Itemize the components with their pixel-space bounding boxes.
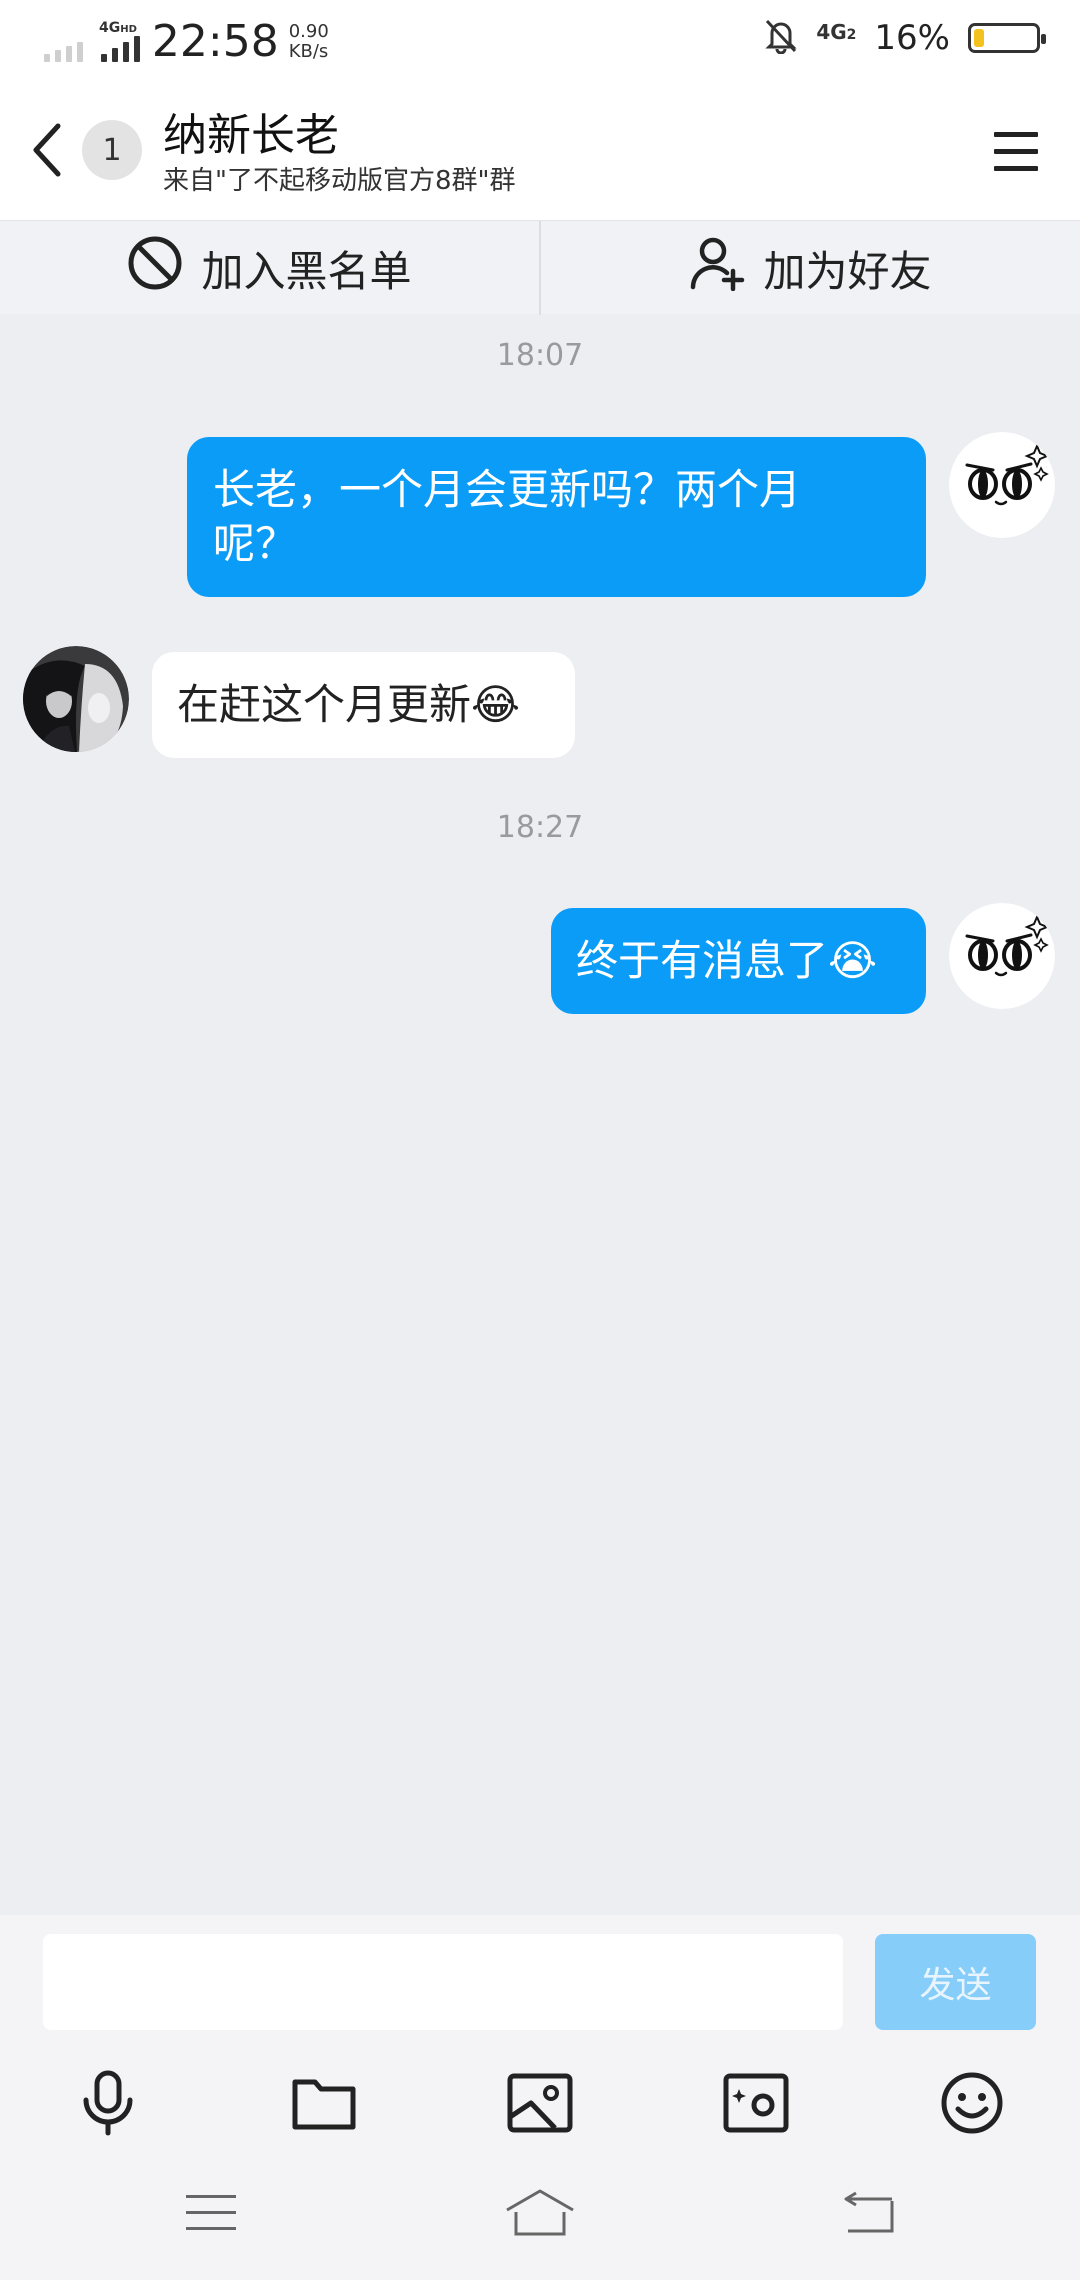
header-title-block: 纳新长老 来自"了不起移动版官方8群"群 [163,110,515,198]
chevron-left-icon [28,120,68,184]
more-menu-button[interactable] [992,130,1040,174]
image-button[interactable] [500,2065,580,2145]
my-avatar[interactable] [949,903,1055,1009]
battery-percent: 16% [874,18,950,58]
stranger-action-bar: 加入黑名单 加为好友 [0,220,1080,315]
my-avatar[interactable] [949,432,1055,538]
message-bubble-outgoing[interactable]: 终于有消息了😭 [551,908,926,1014]
page-subtitle: 来自"了不起移动版官方8群"群 [163,166,516,196]
message-timestamp: 18:07 [496,338,584,373]
signal-strength-sim1-icon [44,22,83,62]
chat-screen: 4GHD 22:58 0.90 KB/s 4G2 16% 1 纳新长老 来自"了… [0,0,1080,2280]
microphone-icon [78,2070,138,2140]
network-speed: 0.90 KB/s [288,20,329,62]
page-title: 纳新长老 [163,110,339,161]
add-to-blacklist-button[interactable]: 加入黑名单 [0,221,539,315]
battery-level-fill [974,29,984,47]
nav-home-button[interactable] [505,2180,575,2250]
send-button[interactable]: 发送 [875,1934,1036,2030]
message-timestamp: 18:27 [496,810,584,845]
message-text: 在赶这个月更新 [177,680,472,729]
image-icon [507,2073,573,2137]
message-input[interactable] [43,1934,843,2030]
file-button[interactable] [284,2065,364,2145]
nav-recents-button[interactable] [176,2180,246,2250]
mobile-data-icon: 4G2 [816,20,857,44]
hamburger-icon [992,132,1040,178]
chat-header: 1 纳新长老 来自"了不起移动版官方8群"群 [0,88,1080,220]
add-friend-label: 加为好友 [763,246,932,296]
smiley-icon [940,2071,1004,2139]
emoji-button[interactable] [932,2065,1012,2145]
nav-back-button[interactable] [835,2180,905,2250]
voice-button[interactable] [68,2065,148,2145]
battery-icon [968,23,1046,53]
home-icon [504,2188,576,2242]
contact-avatar[interactable] [23,646,129,752]
message-text-line: 长老，一个月会更新吗？两个月 [213,465,802,514]
camera-icon [723,2073,789,2137]
block-icon [127,235,183,301]
tears-of-joy-emoji-icon: 😂 [471,680,521,729]
network-type-label: 4GHD [99,19,137,36]
message-text-line: 呢？ [213,519,298,568]
bell-muted-icon [764,18,798,58]
add-user-icon [689,235,745,301]
folder-icon [291,2074,357,2136]
message-bubble-incoming[interactable]: 在赶这个月更新😂 [152,652,575,758]
add-to-blacklist-label: 加入黑名单 [201,246,412,296]
back-icon [842,2191,898,2239]
message-text: 终于有消息了 [576,936,829,985]
camera-button[interactable] [716,2065,796,2145]
message-bubble-outgoing[interactable]: 长老，一个月会更新吗？两个月 呢？ [187,437,926,597]
status-bar: 4GHD 22:58 0.90 KB/s 4G2 16% [0,0,1080,88]
clock: 22:58 [151,16,279,67]
menu-icon [184,2192,238,2238]
add-friend-button[interactable]: 加为好友 [541,221,1080,315]
back-button[interactable]: 1 [28,116,178,188]
crying-emoji-icon: 😭 [828,936,878,985]
unread-count-badge: 1 [82,120,142,180]
